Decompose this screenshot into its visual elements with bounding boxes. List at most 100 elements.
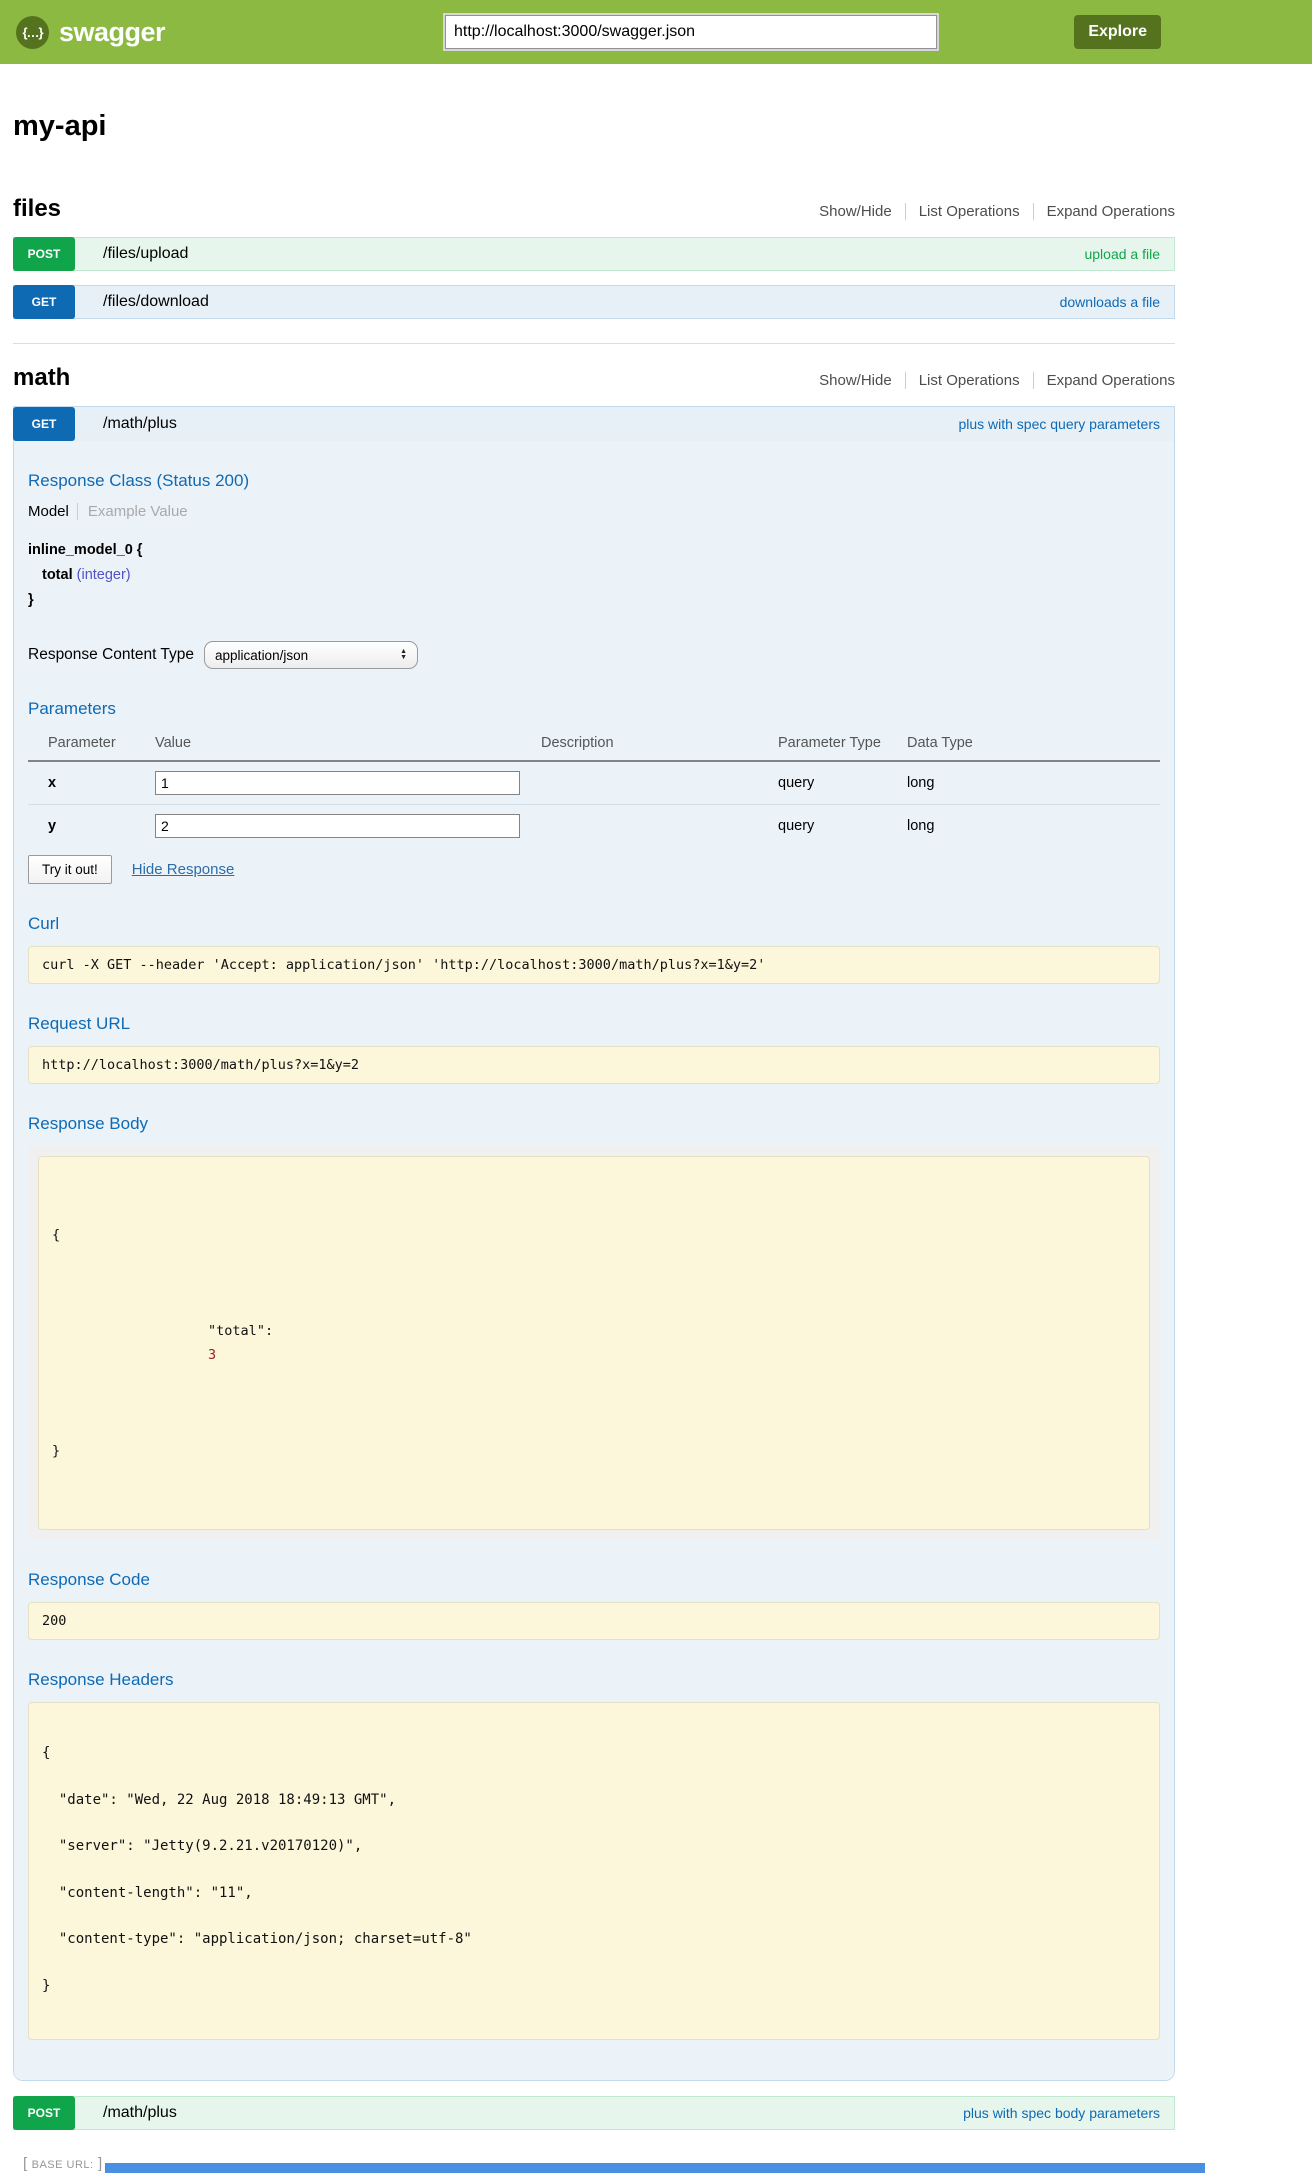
expand-operations-link[interactable]: Expand Operations	[1033, 203, 1175, 220]
model-property-type: (integer)	[77, 567, 131, 583]
page: {…} swagger Explore my-api files Show/Hi…	[0, 0, 1312, 2173]
method-badge: GET	[13, 285, 75, 319]
param-row-y: y query long	[28, 805, 1160, 848]
model-tabs: Model Example Value	[28, 503, 1160, 520]
response-code-heading: Response Code	[28, 1570, 1160, 1590]
response-body-json: { "total": 3 }	[38, 1156, 1150, 1530]
parameters-table: Parameter Value Description Parameter Ty…	[28, 731, 1160, 847]
model-close-brace: }	[28, 588, 1160, 613]
response-headers-line: "date": "Wed, 22 Aug 2018 18:49:13 GMT",	[42, 1793, 1146, 1809]
operation-path[interactable]: /math/plus	[103, 415, 177, 433]
operation-summary-link[interactable]: upload a file	[1084, 246, 1160, 262]
list-operations-link[interactable]: List Operations	[905, 372, 1020, 389]
curl-command: curl -X GET --header 'Accept: applicatio…	[28, 946, 1160, 984]
operation-summary-link[interactable]: downloads a file	[1060, 294, 1160, 310]
method-badge: POST	[13, 237, 75, 271]
model-signature: inline_model_0 { total (integer) }	[28, 538, 1160, 613]
expand-operations-link[interactable]: Expand Operations	[1033, 372, 1175, 389]
show-hide-link[interactable]: Show/Hide	[819, 372, 892, 389]
request-url-value: http://localhost:3000/math/plus?x=1&y=2	[28, 1046, 1160, 1084]
section-head-math: math Show/Hide List Operations Expand Op…	[13, 364, 1175, 392]
top-bar: {…} swagger Explore	[0, 0, 1312, 64]
param-value-input-y[interactable]	[155, 814, 520, 838]
content-type-select[interactable]: application/json ▲▼	[204, 641, 418, 669]
method-badge: POST	[13, 2096, 75, 2130]
swagger-logo-icon: {…}	[16, 16, 49, 49]
response-headers-line: "content-type": "application/json; chars…	[42, 1932, 1146, 1948]
response-headers-line: "server": "Jetty(9.2.21.v20170120)",	[42, 1839, 1146, 1855]
model-name: inline_model_0 {	[28, 538, 1160, 563]
operation-content: Response Class (Status 200) Model Example…	[14, 441, 1174, 2080]
tab-example-value[interactable]: Example Value	[77, 503, 188, 520]
explore-button[interactable]: Explore	[1074, 15, 1161, 49]
operation-row-post-files-upload[interactable]: POST /files/upload upload a file	[13, 237, 1175, 271]
select-arrows-icon: ▲▼	[400, 649, 407, 661]
message-bar	[105, 2163, 1205, 2173]
param-value-input-x[interactable]	[155, 771, 520, 795]
operation-path[interactable]: /files/download	[103, 293, 209, 311]
json-total-line: "total": 3	[52, 1295, 1136, 1391]
section-heading-files: files	[13, 195, 61, 223]
param-data-type: long	[907, 761, 1160, 805]
section-math: math Show/Hide List Operations Expand Op…	[13, 343, 1175, 2130]
response-body-container: { "total": 3 }	[28, 1146, 1160, 1540]
param-name: x	[28, 761, 155, 805]
hide-response-link[interactable]: Hide Response	[132, 861, 235, 878]
operation-row-get-files-download[interactable]: GET /files/download downloads a file	[13, 285, 1175, 319]
param-description	[541, 805, 778, 848]
operation-path[interactable]: /math/plus	[103, 2104, 177, 2122]
col-header-parameter-type: Parameter Type	[778, 731, 907, 761]
base-url-bracket-close: ]	[98, 2155, 102, 2172]
response-headers-heading: Response Headers	[28, 1670, 1160, 1690]
response-class-heading: Response Class (Status 200)	[28, 471, 1160, 491]
param-description	[541, 761, 778, 805]
response-headers-json: { "date": "Wed, 22 Aug 2018 18:49:13 GMT…	[28, 1702, 1160, 2040]
method-badge: GET	[13, 407, 75, 441]
request-url-heading: Request URL	[28, 1014, 1160, 1034]
response-body-heading: Response Body	[28, 1114, 1160, 1134]
list-operations-link[interactable]: List Operations	[905, 203, 1020, 220]
section-controls: Show/Hide List Operations Expand Operati…	[819, 203, 1175, 220]
json-value: 3	[208, 1347, 216, 1363]
response-content-type-label: Response Content Type	[28, 646, 194, 664]
try-it-out-button[interactable]: Try it out!	[28, 855, 112, 884]
param-row-x: x query long	[28, 761, 1160, 805]
model-property-name: total	[42, 567, 73, 583]
response-content-type-row: Response Content Type application/json ▲…	[28, 641, 1160, 669]
response-headers-line: "content-length": "11",	[42, 1886, 1146, 1902]
json-close-brace: }	[52, 1439, 1136, 1463]
section-head-files: files Show/Hide List Operations Expand O…	[13, 195, 1175, 223]
operation-summary-link[interactable]: plus with spec body parameters	[963, 2105, 1160, 2121]
json-open-brace: {	[52, 1223, 1136, 1247]
curl-heading: Curl	[28, 914, 1160, 934]
param-type: query	[778, 761, 907, 805]
operation-path[interactable]: /files/upload	[103, 245, 188, 263]
operation-row-post-math-plus[interactable]: POST /math/plus plus with spec body para…	[13, 2096, 1175, 2130]
operation-expanded-get-math-plus: GET /math/plus plus with spec query para…	[13, 406, 1175, 2081]
api-title: my-api	[13, 110, 1175, 143]
response-headers-line: {	[42, 1746, 1146, 1762]
spec-url-input[interactable]	[445, 15, 937, 49]
param-data-type: long	[907, 805, 1160, 848]
col-header-value: Value	[155, 731, 541, 761]
col-header-data-type: Data Type	[907, 731, 1160, 761]
section-controls: Show/Hide List Operations Expand Operati…	[819, 372, 1175, 389]
show-hide-link[interactable]: Show/Hide	[819, 203, 892, 220]
section-files: files Show/Hide List Operations Expand O…	[13, 195, 1175, 319]
base-url-bracket-open: [	[23, 2155, 27, 2172]
param-type: query	[778, 805, 907, 848]
base-url-label: BASE URL:	[32, 2159, 94, 2171]
content-container: my-api files Show/Hide List Operations E…	[13, 110, 1175, 2173]
operation-summary-link[interactable]: plus with spec query parameters	[958, 416, 1160, 432]
model-property-line: total (integer)	[28, 563, 1160, 588]
col-header-description: Description	[541, 731, 778, 761]
response-code-value: 200	[28, 1602, 1160, 1640]
swagger-logo-glyph: {…}	[22, 25, 42, 40]
content-type-selected-value: application/json	[215, 648, 308, 663]
col-header-parameter: Parameter	[28, 731, 155, 761]
parameters-heading: Parameters	[28, 699, 1160, 719]
param-name: y	[28, 805, 155, 848]
response-headers-line: }	[42, 1979, 1146, 1995]
tab-model[interactable]: Model	[28, 503, 69, 520]
operation-row-get-math-plus[interactable]: GET /math/plus plus with spec query para…	[14, 407, 1174, 441]
